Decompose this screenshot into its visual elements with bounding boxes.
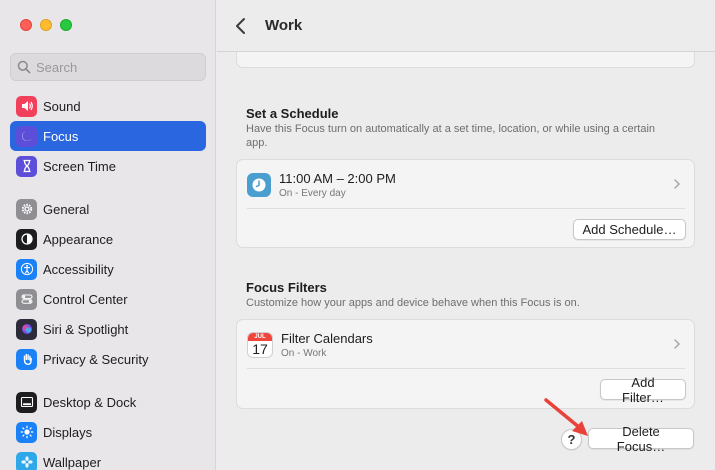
flower-icon: [16, 451, 37, 470]
main-pane: Work Set a Schedule Have this Focus turn…: [217, 0, 715, 470]
search-input[interactable]: [36, 59, 196, 75]
siri-icon: [16, 318, 37, 340]
zoom-window-button[interactable]: [60, 19, 72, 31]
filter-row-text: Filter Calendars On - Work: [281, 331, 373, 359]
sidebar-item-label: Control Center: [43, 291, 128, 307]
sidebar-item-label: Siri & Spotlight: [43, 321, 129, 337]
settings-window: Sound Focus Screen Time General: [0, 0, 715, 470]
sidebar-item-sound[interactable]: Sound: [10, 91, 206, 121]
sidebar-item-label: Desktop & Dock: [43, 394, 137, 410]
clock-icon: [247, 173, 271, 197]
sidebar-item-label: Screen Time: [43, 158, 116, 174]
annotation-arrow-icon: [544, 398, 588, 436]
filters-section-description: Customize how your apps and device behav…: [246, 297, 580, 309]
sun-icon: [16, 421, 37, 443]
filter-name: Filter Calendars: [281, 331, 373, 346]
sidebar-group-3: Desktop & Dock Displays Wallpaper: [10, 387, 206, 470]
sidebar-item-label: Sound: [43, 98, 81, 114]
sidebar-item-wallpaper[interactable]: Wallpaper: [10, 447, 206, 470]
sidebar-item-appearance[interactable]: Appearance: [10, 224, 206, 254]
speaker-icon: [16, 95, 37, 117]
schedule-card: 11:00 AM – 2:00 PM On - Every day Add Sc…: [236, 159, 695, 248]
schedule-section-title: Set a Schedule: [246, 106, 339, 121]
schedule-row[interactable]: 11:00 AM – 2:00 PM On - Every day: [247, 165, 685, 205]
hourglass-icon: [16, 155, 37, 177]
sidebar-item-label: Appearance: [43, 231, 114, 247]
sidebar-item-label: Privacy & Security: [43, 351, 149, 367]
sidebar-item-screen-time[interactable]: Screen Time: [10, 151, 206, 181]
sidebar-group-1: Sound Focus Screen Time: [10, 91, 206, 181]
sidebar-item-general[interactable]: General: [10, 194, 206, 224]
sidebar-item-label: Displays: [43, 424, 93, 440]
scrolled-card-edge: [236, 52, 695, 68]
sidebar-item-label: General: [43, 201, 90, 217]
sidebar-item-control-center[interactable]: Control Center: [10, 284, 206, 314]
sidebar-item-siri-spotlight[interactable]: Siri & Spotlight: [10, 314, 206, 344]
back-chevron-icon[interactable]: [233, 16, 249, 36]
search-field[interactable]: [10, 53, 206, 81]
filters-section-title: Focus Filters: [246, 280, 327, 295]
sidebar-item-focus[interactable]: Focus: [10, 121, 206, 151]
page-title: Work: [265, 17, 303, 34]
divider: [247, 368, 685, 369]
schedule-row-text: 11:00 AM – 2:00 PM On - Every day: [279, 171, 396, 199]
window-controls: [20, 19, 72, 31]
toolbar: Work: [217, 0, 715, 52]
calendar-month: JUL: [248, 333, 272, 341]
schedule-time: 11:00 AM – 2:00 PM: [279, 171, 396, 186]
add-schedule-button[interactable]: Add Schedule…: [573, 219, 686, 240]
search-icon: [17, 60, 31, 74]
sidebar-item-privacy-security[interactable]: Privacy & Security: [10, 344, 206, 374]
chevron-right-icon: [674, 339, 681, 349]
appearance-icon: [16, 228, 37, 250]
minimize-window-button[interactable]: [40, 19, 52, 31]
divider: [247, 208, 685, 209]
calendar-icon: JUL 17: [247, 332, 273, 358]
sidebar: Sound Focus Screen Time General: [0, 0, 216, 470]
toggles-icon: [16, 288, 37, 310]
moon-icon: [16, 125, 37, 147]
dock-icon: [16, 391, 37, 413]
calendar-day: 17: [252, 341, 268, 357]
filter-status: On - Work: [281, 348, 327, 359]
delete-focus-button[interactable]: Delete Focus…: [588, 424, 694, 454]
schedule-status: On - Every day: [279, 188, 346, 199]
sidebar-item-label: Focus: [43, 128, 79, 144]
filter-calendars-row[interactable]: JUL 17 Filter Calendars On - Work: [247, 325, 685, 365]
sidebar-item-desktop-dock[interactable]: Desktop & Dock: [10, 387, 206, 417]
close-window-button[interactable]: [20, 19, 32, 31]
schedule-section-description: Have this Focus turn on automatically at…: [246, 123, 656, 149]
hand-icon: [16, 348, 37, 370]
gear-icon: [16, 198, 37, 220]
sidebar-item-accessibility[interactable]: Accessibility: [10, 254, 206, 284]
filters-card: JUL 17 Filter Calendars On - Work Add Fi…: [236, 319, 695, 409]
sidebar-group-2: General Appearance Accessibility Control…: [10, 194, 206, 374]
sidebar-item-displays[interactable]: Displays: [10, 417, 206, 447]
accessibility-icon: [16, 258, 37, 280]
add-filter-button[interactable]: Add Filter…: [600, 375, 686, 405]
sidebar-item-label: Wallpaper: [43, 454, 102, 470]
chevron-right-icon: [674, 179, 681, 189]
sidebar-item-label: Accessibility: [43, 261, 114, 277]
